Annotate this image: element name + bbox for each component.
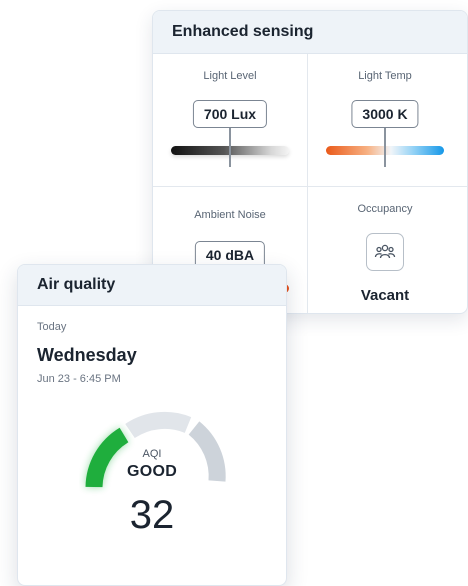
light-temp-label: Light Temp (358, 70, 412, 82)
light-level-marker (229, 127, 231, 167)
air-quality-card: Air quality Today Wednesday Jun 23 - 6:4… (17, 264, 287, 586)
light-temp-cell: Light Temp 3000 K (308, 54, 462, 186)
light-temp-value: 3000 K (351, 100, 419, 128)
air-quality-title: Air quality (18, 265, 286, 306)
light-level-label: Light Level (203, 70, 257, 82)
light-level-cell: Light Level 700 Lux (153, 54, 307, 186)
people-icon (366, 233, 404, 271)
ambient-noise-label: Ambient Noise (194, 209, 266, 221)
gauge-track-segment (125, 411, 192, 439)
occupancy-cell: Occupancy Vacant (308, 187, 462, 313)
period-label: Today (37, 321, 67, 333)
aqi-label: AQI (142, 448, 162, 460)
light-level-value: 700 Lux (192, 100, 268, 128)
occupancy-label: Occupancy (357, 203, 413, 215)
day-label: Wednesday (37, 345, 137, 365)
date-time: Jun 23 - 6:45 PM (37, 373, 121, 385)
light-temp-marker (384, 127, 386, 167)
aqi-value: 32 (129, 493, 175, 537)
enhanced-sensing-title: Enhanced sensing (153, 11, 467, 54)
aqi-status: GOOD (126, 463, 178, 480)
occupancy-status: Vacant (360, 287, 410, 304)
